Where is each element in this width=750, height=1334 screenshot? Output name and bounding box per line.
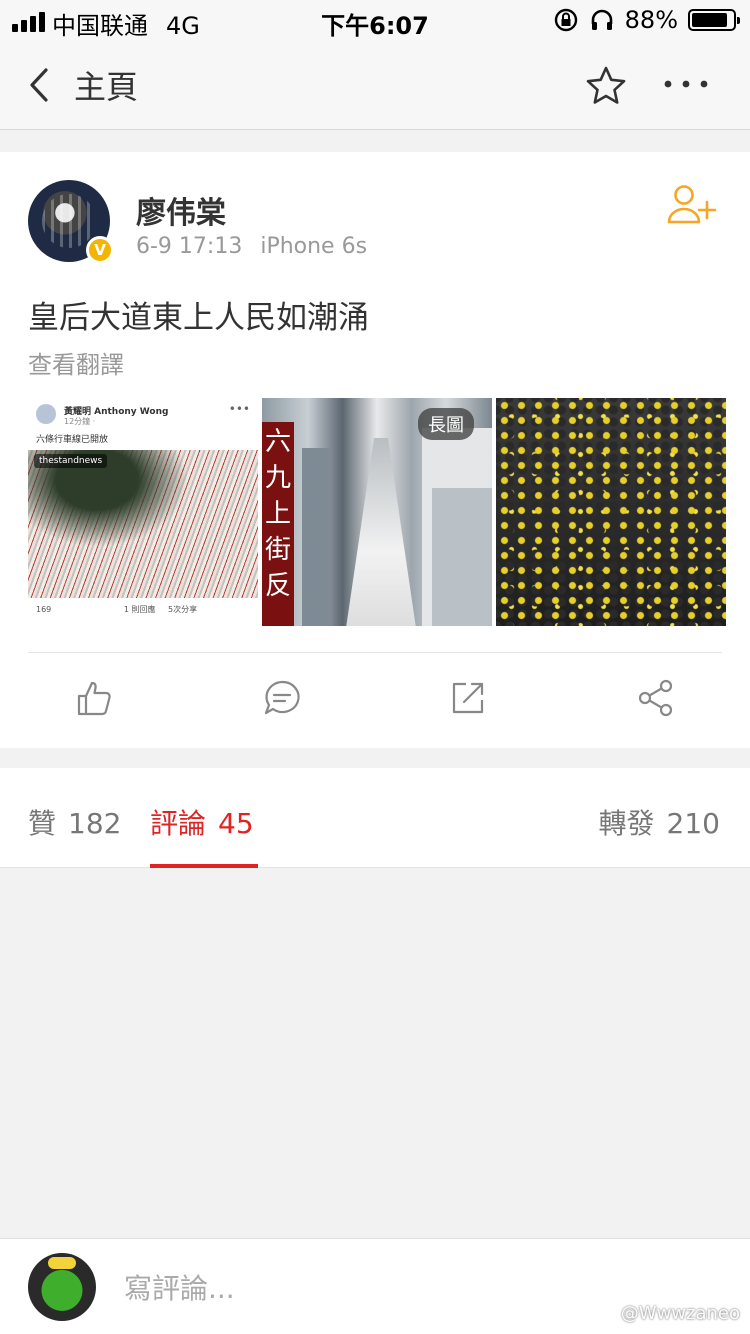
follow-user-icon[interactable] (666, 182, 720, 226)
translate-link[interactable]: 查看翻譯 (28, 345, 124, 380)
nav-bar: 主頁 (0, 40, 750, 130)
my-avatar[interactable] (28, 1253, 96, 1321)
like-icon[interactable] (74, 678, 114, 718)
embedded-footer: 169 1 則回應 5次分享 (28, 598, 258, 626)
comment-bar: 寫評論... @Wwwzaneo (0, 1238, 750, 1334)
active-tab-indicator (150, 864, 258, 868)
share-icon[interactable] (636, 678, 676, 718)
post-image-1[interactable]: 黃耀明 Anthony Wong 12分鐘 · 六條行車線已開放 ••• the… (28, 398, 258, 626)
long-image-badge: 長圖 (418, 408, 474, 440)
embedded-time: 12分鐘 · (64, 417, 96, 426)
comment-icon[interactable] (262, 678, 302, 718)
repost-icon[interactable] (448, 678, 488, 718)
watermark: @Wwwzaneo (620, 1303, 740, 1324)
divider (28, 652, 722, 653)
interaction-tabs: 贊 182 評論 45 轉發 210 (0, 768, 750, 868)
verified-badge: V (86, 236, 114, 264)
tab-likes[interactable]: 贊 182 (28, 802, 121, 842)
headphones-icon (591, 9, 612, 30)
comment-input[interactable]: 寫評論... (124, 1267, 235, 1307)
embedded-tag: thestandnews (34, 454, 108, 468)
status-bar: 中国联通 4G 下午6:07 88% (0, 0, 750, 40)
embedded-more-icon: ••• (228, 402, 250, 416)
post-date: 6-9 17:13 (136, 234, 243, 259)
post-text: 皇后大道東上人民如潮涌 (28, 300, 369, 336)
crowd-photo: thestandnews (28, 450, 258, 598)
author-name[interactable]: 廖伟棠 (136, 188, 226, 232)
star-icon[interactable] (584, 64, 628, 108)
chevron-left-icon[interactable] (22, 62, 62, 108)
protest-banner: 六九上街反 (262, 422, 294, 626)
post-image-2[interactable]: 六九上街反 長圖 (262, 398, 492, 626)
post-meta: 6-9 17:13 iPhone 6s (136, 234, 367, 259)
post-card: V 廖伟棠 6-9 17:13 iPhone 6s 皇后大道東上人民如潮涌 查看翻… (0, 152, 750, 748)
post-image-3[interactable] (496, 398, 726, 626)
tab-reposts[interactable]: 轉發 210 (599, 802, 720, 842)
tab-comments[interactable]: 評論 45 (150, 802, 254, 842)
crowded-street (346, 438, 416, 626)
post-device: iPhone 6s (260, 234, 368, 259)
more-icon[interactable] (660, 66, 712, 102)
embedded-caption: 六條行車線已開放 (36, 435, 109, 445)
battery-icon (688, 9, 740, 31)
battery-percent: 88% (624, 6, 678, 34)
rotation-lock-icon (554, 8, 577, 32)
embedded-avatar (36, 404, 56, 424)
nav-title[interactable]: 主頁 (74, 62, 138, 108)
